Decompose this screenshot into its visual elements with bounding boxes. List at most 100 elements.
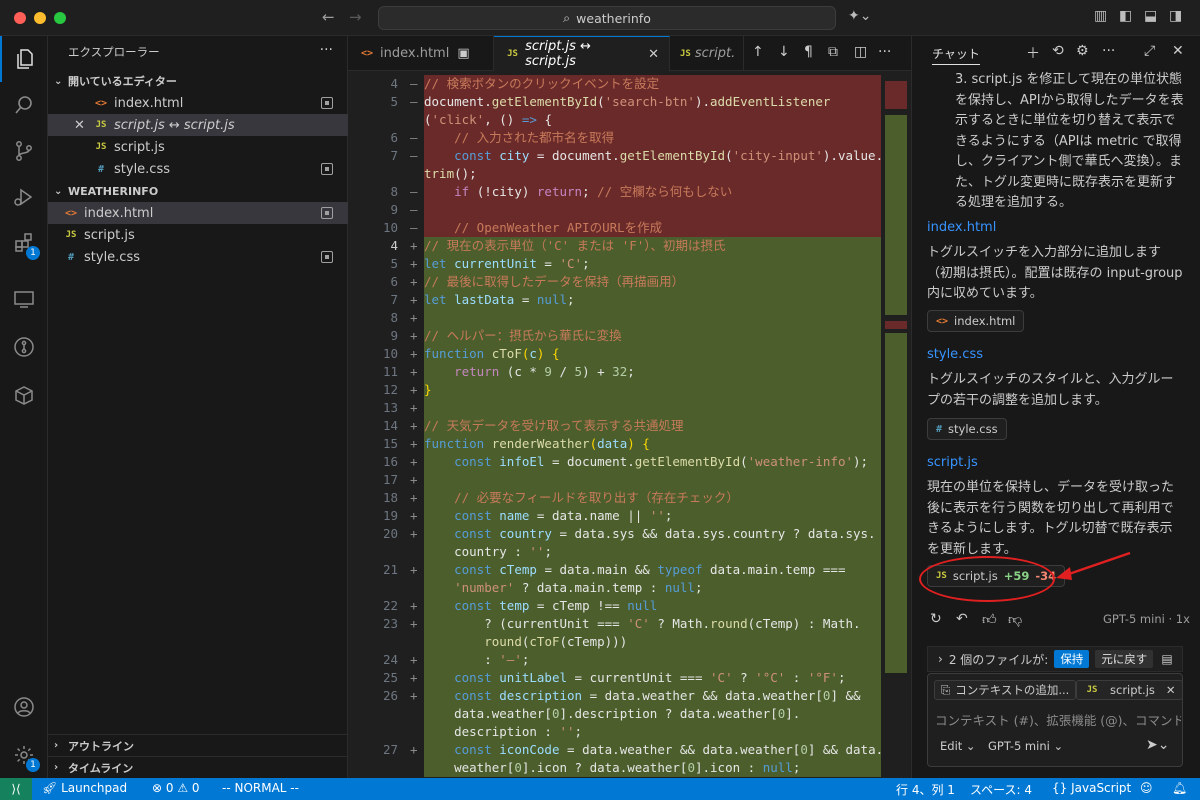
explorer-icon[interactable] — [0, 36, 48, 82]
deleted-code-line[interactable]: 9— — [348, 201, 881, 219]
unsaved-dot-icon[interactable] — [321, 97, 333, 109]
toggle-panel-icon[interactable]: ⬓ — [1144, 8, 1157, 24]
customize-layout-icon[interactable]: ▥ — [1094, 8, 1107, 24]
code-text[interactable]: // 天気データを受け取って表示する共通処理 — [424, 417, 881, 435]
minimize-window-button[interactable] — [34, 12, 46, 24]
code-text[interactable]: ('click', () => { — [424, 111, 881, 129]
code-text[interactable]: let lastData = null; — [424, 291, 881, 309]
code-text[interactable]: } — [424, 381, 881, 399]
account-icon[interactable] — [0, 684, 48, 730]
toggle-sidebar-icon[interactable]: ◧ — [1119, 8, 1132, 24]
remote-indicator-icon[interactable]: ⟩⟨ — [0, 778, 32, 800]
added-code-line[interactable]: 24 + : '—'; — [348, 651, 881, 669]
split-editor-icon[interactable]: ◫ — [854, 44, 867, 60]
added-code-line[interactable]: 'number' ? data.main.temp : null; — [348, 579, 881, 597]
added-code-line[interactable]: 20 + const country = data.sys && data.sys… — [348, 525, 881, 543]
open-editor-item[interactable]: <> index.html — [48, 92, 348, 114]
file-item[interactable]: <> index.html — [48, 202, 348, 224]
open-editor-item[interactable]: # style.css — [48, 158, 348, 180]
deleted-code-line[interactable]: 7 — const city = document.getElementById(… — [348, 147, 883, 165]
thumbs-down-icon[interactable]: 👎︎ — [1008, 611, 1022, 628]
chat-input-box[interactable]: ⎘ コンテキストの追加... JS script.js ✕ コンテキスト (#)… — [927, 673, 1183, 767]
added-code-line[interactable]: data.weather[0].description ? data.weath… — [348, 705, 881, 723]
code-text[interactable]: const temp = cTemp !== null — [424, 597, 881, 615]
added-code-line[interactable]: 15 + function renderWeather(data) { — [348, 435, 881, 453]
close-icon[interactable]: ✕ — [648, 47, 659, 62]
code-text[interactable]: const infoEl = document.getElementById('… — [424, 453, 881, 471]
indentation[interactable]: スペース: 4 — [970, 781, 1032, 798]
added-code-line[interactable]: 10 + function cToF(c) { — [348, 345, 881, 363]
file-item[interactable]: JS script.js — [48, 224, 348, 246]
code-text[interactable]: // 最後に取得したデータを保持（再描画用） — [424, 273, 881, 291]
command-center-search[interactable]: ⌕ weatherinfo — [378, 6, 836, 30]
code-text[interactable]: const unitLabel = currentUnit === 'C' ? … — [424, 669, 881, 687]
code-text[interactable] — [424, 399, 881, 417]
tab-index-html[interactable]: <> index.html ▣ — [348, 36, 494, 71]
history-icon[interactable]: ⟲ — [1052, 43, 1064, 59]
chat-input-field[interactable]: コンテキスト (#)、拡張機能 (@)、コマンド — [935, 710, 1181, 729]
file-reference-chip[interactable]: # style.css — [927, 418, 1007, 440]
added-code-line[interactable]: 23 + ? (currentUnit === 'C' ? Math.round(… — [348, 615, 881, 633]
added-code-line[interactable]: 19 + const name = data.name || ''; — [348, 507, 881, 525]
copilot-icon[interactable]: ✦⌄ — [848, 8, 871, 24]
settings-gear-icon[interactable]: ⚙ — [1076, 43, 1089, 59]
unsaved-dot-icon[interactable] — [321, 207, 333, 219]
code-text[interactable]: return (c * 9 / 5) + 32; — [424, 363, 881, 381]
view-diff-icon[interactable]: ▤ — [1161, 652, 1172, 666]
open-editors-header[interactable]: ⌄ 開いているエディター — [48, 70, 348, 92]
tab-script-js[interactable]: JS script. — [670, 36, 744, 71]
code-text[interactable]: document.getElementById('search-btn').ad… — [424, 93, 881, 111]
thumbs-up-icon[interactable]: 👍︎ — [982, 611, 997, 628]
code-text[interactable]: 'number' ? data.main.temp : null; — [424, 579, 881, 597]
unsaved-dot-icon[interactable] — [321, 251, 333, 263]
code-text[interactable]: const city = document.getElementById('ci… — [424, 147, 883, 165]
new-chat-icon[interactable]: ＋ — [1026, 43, 1040, 63]
added-code-line[interactable]: 9 + // ヘルパー：摂氏から華氏に変換 — [348, 327, 881, 345]
code-text[interactable]: // OpenWeather APIのURLを作成 — [424, 219, 881, 237]
search-icon[interactable] — [0, 82, 48, 128]
deleted-code-line[interactable]: ('click', () => { — [348, 111, 881, 129]
code-text[interactable]: function cToF(c) { — [424, 345, 881, 363]
forward-arrow-icon[interactable]: → — [349, 8, 362, 26]
code-text[interactable]: trim(); — [424, 165, 881, 183]
code-text[interactable]: const country = data.sys && data.sys.cou… — [424, 525, 881, 543]
package-icon[interactable] — [0, 372, 48, 418]
problems-item[interactable]: ⊗ 0 ⚠ 0 — [152, 781, 200, 795]
added-code-line[interactable]: round(cToF(cTemp))) — [348, 633, 881, 651]
added-code-line[interactable]: 7 + let lastData = null; — [348, 291, 881, 309]
folder-header[interactable]: ⌄ WEATHERINFO — [48, 180, 348, 202]
git-graph-icon[interactable] — [0, 324, 48, 370]
show-whitespace-icon[interactable]: ¶ — [804, 44, 813, 60]
deleted-code-line[interactable]: 4 — // 検索ボタンのクリックイベントを設定 — [348, 75, 881, 93]
code-text[interactable]: const iconCode = data.weather && data.we… — [424, 741, 883, 759]
add-context-button[interactable]: ⎘ コンテキストの追加... — [934, 680, 1077, 700]
diff-editor[interactable]: 4 — // 検索ボタンのクリックイベントを設定 5 — document.getElem… — [348, 71, 911, 778]
outline-header[interactable]: › アウトライン — [48, 734, 348, 756]
chat-title[interactable]: チャット — [932, 45, 980, 65]
launchpad-item[interactable]: 🚀︎ Launchpad — [42, 781, 127, 795]
added-code-line[interactable]: 4 + // 現在の表示単位（'C' または 'F'）、初期は摂氏 — [348, 237, 881, 255]
added-code-line[interactable]: 5 + let currentUnit = 'C'; — [348, 255, 881, 273]
added-code-line[interactable]: country : ''; — [348, 543, 881, 561]
timeline-header[interactable]: › タイムライン — [48, 756, 348, 778]
code-text[interactable]: ? (currentUnit === 'C' ? Math.round(cTem… — [424, 615, 881, 633]
more-actions-icon[interactable]: ··· — [878, 44, 891, 60]
manage-gear-icon[interactable]: 1 — [0, 732, 48, 778]
toggle-secondary-sidebar-icon[interactable]: ◨ — [1169, 8, 1182, 24]
context-file-chip[interactable]: JS script.js ✕ — [1076, 680, 1183, 700]
cursor-position[interactable]: 行 4、列 1 — [896, 781, 955, 798]
notifications-icon[interactable]: 🔔︎ — [1172, 781, 1187, 795]
language-mode[interactable]: {} JavaScript — [1052, 781, 1131, 795]
added-code-line[interactable]: 18 + // 必要なフィールドを取り出す（存在チェック） — [348, 489, 881, 507]
added-code-line[interactable]: 12 +} — [348, 381, 881, 399]
deleted-code-line[interactable]: 8 — if (!city) return; // 空欄なら何もしない — [348, 183, 881, 201]
run-debug-icon[interactable] — [0, 174, 48, 220]
source-control-icon[interactable] — [0, 128, 48, 174]
model-picker[interactable]: GPT-5 mini ⌄ — [988, 739, 1063, 753]
added-code-line[interactable]: 25 + const unitLabel = currentUnit === 'C… — [348, 669, 881, 687]
file-reference-chip[interactable]: <> index.html — [927, 310, 1025, 332]
code-text[interactable]: if (!city) return; // 空欄なら何もしない — [424, 183, 881, 201]
code-text[interactable] — [424, 201, 881, 219]
undo-icon[interactable]: ↶ — [956, 611, 968, 627]
added-code-line[interactable]: 11 + return (c * 9 / 5) + 32; — [348, 363, 881, 381]
